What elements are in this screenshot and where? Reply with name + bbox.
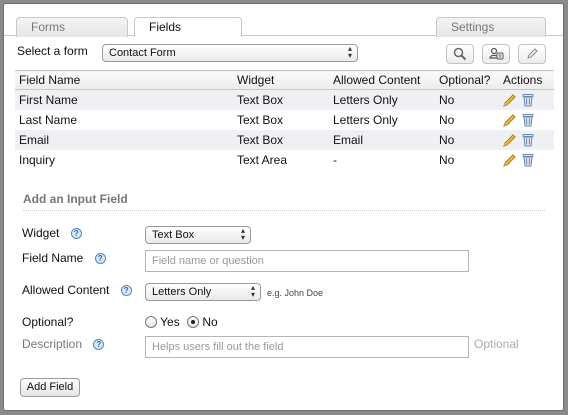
col-header-optional: Optional? [435, 70, 499, 90]
description-label-text: Description [22, 337, 83, 351]
form-select[interactable]: Contact Form ▴ ▾ [102, 44, 358, 62]
help-icon[interactable]: ? [93, 339, 105, 351]
trash-icon[interactable] [522, 113, 534, 127]
search-icon [453, 47, 467, 61]
tab-fields[interactable]: Fields [134, 17, 242, 37]
optional-no-label[interactable]: No [202, 315, 217, 329]
section-divider [23, 210, 545, 211]
help-icon[interactable]: ? [94, 253, 106, 265]
add-field-section-title: Add an Input Field [23, 192, 128, 206]
edit-pencil-icon[interactable] [503, 133, 517, 147]
optional-yes-radio[interactable] [145, 316, 157, 328]
trash-icon[interactable] [522, 133, 534, 147]
table-row: First Name Text Box Letters Only No [15, 89, 554, 110]
cell-actions [499, 89, 554, 110]
col-header-actions: Actions [499, 70, 554, 90]
cell-widget: Text Area [233, 149, 329, 170]
optional-yes-label[interactable]: Yes [160, 315, 180, 329]
fields-table: Field Name Widget Allowed Content Option… [15, 70, 554, 170]
allowed-content-hint: e.g. John Doe [267, 288, 324, 298]
col-header-widget: Widget [233, 70, 329, 90]
allowed-content-label: Allowed Content ? [22, 283, 132, 297]
pencil-icon [527, 48, 538, 59]
cell-allowed-content: Letters Only [329, 89, 435, 110]
optional-label: Optional? [22, 315, 74, 329]
edit-pencil-icon[interactable] [503, 93, 517, 107]
select-form-label: Select a form [17, 44, 88, 58]
select-arrows-icon: ▴ ▾ [250, 283, 255, 299]
form-select-value: Contact Form [109, 47, 176, 59]
add-field-button[interactable]: Add Field [20, 378, 80, 397]
cell-allowed-content: - [329, 149, 435, 170]
tab-settings[interactable]: Settings [436, 17, 546, 37]
cell-allowed-content: Email [329, 129, 435, 150]
help-icon[interactable]: ? [120, 285, 132, 297]
edit-pencil-icon[interactable] [503, 153, 517, 167]
cell-field-name: First Name [15, 89, 233, 110]
trash-icon[interactable] [522, 93, 534, 107]
col-header-field-name: Field Name [15, 70, 233, 90]
cell-optional: No [435, 149, 499, 170]
select-arrows-icon: ▴ ▾ [240, 226, 245, 242]
cell-field-name: Inquiry [15, 149, 233, 170]
cell-actions [499, 109, 554, 130]
tab-bar: Forms Fields Settings [4, 4, 563, 37]
cell-widget: Text Box [233, 129, 329, 150]
widget-label: Widget ? [22, 226, 82, 240]
allowed-content-select-value: Letters Only [152, 286, 212, 298]
field-name-input[interactable]: Field name or question [145, 250, 469, 272]
cell-allowed-content: Letters Only [329, 109, 435, 130]
cell-optional: No [435, 109, 499, 130]
field-name-label-text: Field Name [22, 251, 84, 265]
widget-label-text: Widget [22, 226, 60, 240]
app-window: Forms Fields Settings Select a form Cont… [3, 3, 564, 411]
table-row: Last Name Text Box Letters Only No [15, 109, 554, 130]
table-header-row: Field Name Widget Allowed Content Option… [15, 70, 554, 90]
col-header-allowed-content: Allowed Content [329, 70, 435, 90]
description-optional-note: Optional [474, 337, 519, 351]
cell-optional: No [435, 89, 499, 110]
cell-actions [499, 129, 554, 150]
field-name-label: Field Name ? [22, 251, 106, 265]
cell-optional: No [435, 129, 499, 150]
cell-actions [499, 149, 554, 170]
allowed-content-label-text: Allowed Content [22, 283, 110, 297]
tab-forms[interactable]: Forms [16, 17, 128, 37]
contact-card-icon [489, 47, 504, 60]
table-row: Inquiry Text Area - No [15, 149, 554, 170]
optional-radio-group: Yes No [145, 315, 218, 329]
search-button[interactable] [446, 44, 474, 64]
allowed-content-select[interactable]: Letters Only ▴ ▾ [145, 283, 261, 301]
trash-icon[interactable] [522, 153, 534, 167]
table-row: Email Text Box Email No [15, 129, 554, 150]
cell-field-name: Email [15, 129, 233, 150]
edit-pencil-icon[interactable] [503, 113, 517, 127]
optional-no-radio[interactable] [187, 316, 200, 328]
description-label: Description ? [22, 337, 105, 351]
cell-widget: Text Box [233, 89, 329, 110]
cell-field-name: Last Name [15, 109, 233, 130]
description-input[interactable]: Helps users fill out the field [145, 336, 469, 358]
select-arrows-icon: ▴ ▾ [347, 44, 352, 60]
help-icon[interactable]: ? [70, 228, 82, 240]
edit-form-button[interactable] [518, 44, 546, 64]
contact-card-button[interactable] [482, 44, 510, 64]
widget-select[interactable]: Text Box ▴ ▾ [145, 226, 251, 244]
cell-widget: Text Box [233, 109, 329, 130]
widget-select-value: Text Box [152, 229, 195, 241]
